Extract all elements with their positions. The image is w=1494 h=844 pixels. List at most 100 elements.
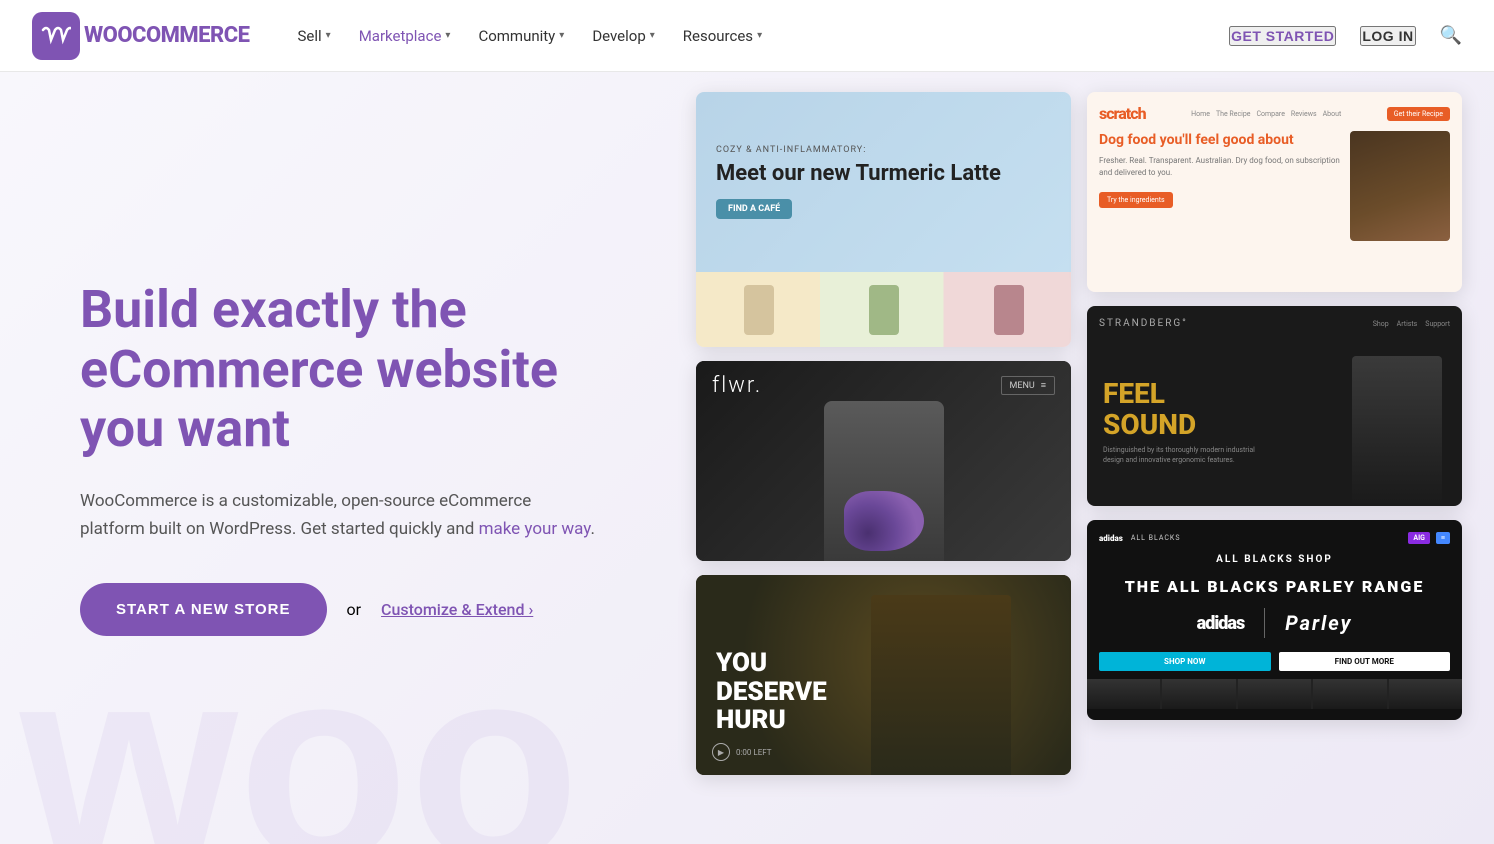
- ab-badge: AIG: [1408, 532, 1430, 544]
- adidas-logo-small: adidas: [1099, 534, 1123, 543]
- coffee-bag-2: [869, 285, 899, 335]
- flwr-screenshot: flwr. MENU ≡: [696, 361, 1071, 561]
- turmeric-find-btn: FIND A CAFÉ: [716, 199, 792, 219]
- ab-divider: [1264, 608, 1265, 638]
- nav-right: GET STARTED LOG IN 🔍: [1229, 25, 1462, 46]
- coffee-bag-1: [744, 285, 774, 335]
- ab-bottom-strip: [1087, 679, 1462, 709]
- parley-big-logo: Parley: [1285, 611, 1352, 635]
- scratch-nav: HomeThe RecipeCompareReviewsAbout: [1191, 110, 1341, 118]
- strip-item-4: [1313, 679, 1386, 709]
- dog-silhouette: [1350, 131, 1450, 241]
- strip-item-5: [1389, 679, 1462, 709]
- hero-watermark: woo: [20, 624, 580, 844]
- ab-shop-now-btn[interactable]: SHOP NOW: [1099, 652, 1271, 671]
- huru-line3: HURU: [716, 706, 827, 735]
- ab-find-out-btn[interactable]: FIND OUT MORE: [1279, 652, 1451, 671]
- logo-icon: [32, 12, 80, 60]
- hero-section: woo Build exactly the eCommerce website …: [0, 72, 1494, 844]
- allblacks-screenshot: adidas ALL BLACKS AIG ≡ ALL BLACKS SHOP …: [1087, 520, 1462, 720]
- turmeric-screenshot: COZY & ANTI-INFLAMMATORY: Meet our new T…: [696, 92, 1071, 347]
- community-chevron-icon: ▾: [559, 30, 564, 41]
- allblacks-parley-heading: THE ALL BLACKS PARLEY RANGE: [1099, 577, 1450, 596]
- huru-timer: 0:00 LEFT: [736, 748, 772, 757]
- scratch-btn: Try the ingredients: [1099, 192, 1173, 208]
- screenshots-col-left: COZY & ANTI-INFLAMMATORY: Meet our new T…: [696, 92, 1071, 775]
- navbar: WOOCOMMERCE Sell ▾ Marketplace ▾ Communi…: [0, 0, 1494, 72]
- allblacks-header: adidas ALL BLACKS AIG ≡: [1099, 532, 1450, 544]
- huru-screenshot: YOU DESERVE HURU ▶ 0:00 LEFT: [696, 575, 1071, 775]
- scratch-logo: scratch: [1099, 104, 1146, 123]
- flwr-menu: MENU ≡: [1001, 376, 1056, 395]
- logo-text: WOOCOMMERCE: [84, 23, 250, 48]
- turmeric-label: COZY & ANTI-INFLAMMATORY:: [716, 145, 1051, 155]
- nav-marketplace[interactable]: Marketplace ▾: [347, 19, 463, 53]
- nav-community[interactable]: Community ▾: [466, 19, 576, 53]
- coffee-bag-3: [994, 285, 1024, 335]
- product-item-1: [696, 272, 821, 347]
- allblacks-brand-logos: adidas Parley: [1099, 608, 1450, 638]
- resources-chevron-icon: ▾: [757, 30, 762, 41]
- sell-chevron-icon: ▾: [326, 30, 331, 41]
- scratch-screenshot: scratch HomeThe RecipeCompareReviewsAbou…: [1087, 92, 1462, 292]
- strandberg-logo: strandberg°: [1099, 318, 1188, 329]
- huru-person: [871, 595, 1011, 775]
- strip-item-3: [1238, 679, 1311, 709]
- huru-line1: YOU: [716, 649, 827, 678]
- develop-chevron-icon: ▾: [650, 30, 655, 41]
- ab-store-title: ALL BLACKS SHOP: [1099, 554, 1450, 565]
- allblacks-logos: adidas ALL BLACKS: [1099, 534, 1181, 543]
- scratch-dog-image: [1350, 131, 1450, 241]
- nav-develop[interactable]: Develop ▾: [580, 19, 666, 53]
- strip-item-2: [1162, 679, 1235, 709]
- flwr-header: flwr. MENU ≡: [712, 373, 1055, 398]
- menu-icon: ≡: [1041, 380, 1046, 391]
- nav-sell[interactable]: Sell ▾: [286, 19, 343, 53]
- hero-right: COZY & ANTI-INFLAMMATORY: Meet our new T…: [680, 72, 1494, 844]
- hero-description: WooCommerce is a customizable, open-sour…: [80, 487, 600, 543]
- feel-text: FEEL: [1103, 379, 1263, 410]
- strandberg-screenshot: strandberg° ShopArtistsSupport FEEL SOUN…: [1087, 306, 1462, 506]
- strandberg-header: strandberg° ShopArtistsSupport: [1099, 318, 1450, 329]
- huru-play: ▶ 0:00 LEFT: [712, 743, 772, 761]
- hero-left: woo Build exactly the eCommerce website …: [0, 72, 680, 844]
- scratch-content: Dog food you'll feel good about Fresher.…: [1099, 131, 1450, 241]
- strandberg-nav: ShopArtistsSupport: [1373, 320, 1450, 328]
- strandberg-text: FEEL SOUND Distinguished by its thorough…: [1103, 379, 1263, 466]
- nav-resources[interactable]: Resources ▾: [671, 19, 774, 53]
- play-icon: ▶: [712, 743, 730, 761]
- adidas-big-logo: adidas: [1197, 613, 1245, 634]
- scratch-text-area: Dog food you'll feel good about Fresher.…: [1099, 131, 1340, 241]
- ab-buttons: SHOP NOW FIND OUT MORE: [1099, 652, 1450, 671]
- strip-item-1: [1087, 679, 1160, 709]
- nav-items: Sell ▾ Marketplace ▾ Community ▾ Develop…: [286, 19, 1230, 53]
- search-icon[interactable]: 🔍: [1440, 25, 1462, 46]
- scratch-cta: Get their Recipe: [1387, 107, 1450, 121]
- huru-line2: DESERVE: [716, 678, 827, 707]
- strandberg-person: [1352, 356, 1442, 506]
- product-item-3: [946, 272, 1071, 347]
- flwr-person: [824, 401, 944, 561]
- marketplace-chevron-icon: ▾: [445, 30, 450, 41]
- flwr-logo: flwr.: [712, 373, 762, 398]
- turmeric-top: COZY & ANTI-INFLAMMATORY: Meet our new T…: [696, 92, 1071, 272]
- screenshots-col-right: scratch HomeThe RecipeCompareReviewsAbou…: [1087, 92, 1462, 720]
- sound-text: SOUND: [1103, 410, 1263, 441]
- scratch-headline: Dog food you'll feel good about: [1099, 131, 1340, 149]
- scratch-sub: Fresher. Real. Transparent. Australian. …: [1099, 155, 1340, 179]
- allblacks-nav-icons: AIG ≡: [1408, 532, 1450, 544]
- ab-badge-2: ≡: [1436, 532, 1450, 544]
- flwr-flowers: [844, 491, 924, 551]
- turmeric-title: Meet our new Turmeric Latte: [716, 161, 1051, 187]
- login-button[interactable]: LOG IN: [1360, 26, 1415, 46]
- hero-title: Build exactly the eCommerce website you …: [80, 280, 600, 459]
- huru-text: YOU DESERVE HURU: [716, 649, 827, 735]
- flower-bunch: [844, 491, 924, 551]
- strandberg-sub: Distinguished by its thoroughly modern i…: [1103, 446, 1263, 466]
- scratch-header: scratch HomeThe RecipeCompareReviewsAbou…: [1099, 104, 1450, 123]
- make-your-way-link[interactable]: make your way: [479, 519, 591, 539]
- get-started-button[interactable]: GET STARTED: [1229, 26, 1336, 46]
- allblacks-text-logo: ALL BLACKS: [1131, 534, 1181, 542]
- turmeric-products: [696, 272, 1071, 347]
- logo[interactable]: WOOCOMMERCE: [32, 12, 250, 60]
